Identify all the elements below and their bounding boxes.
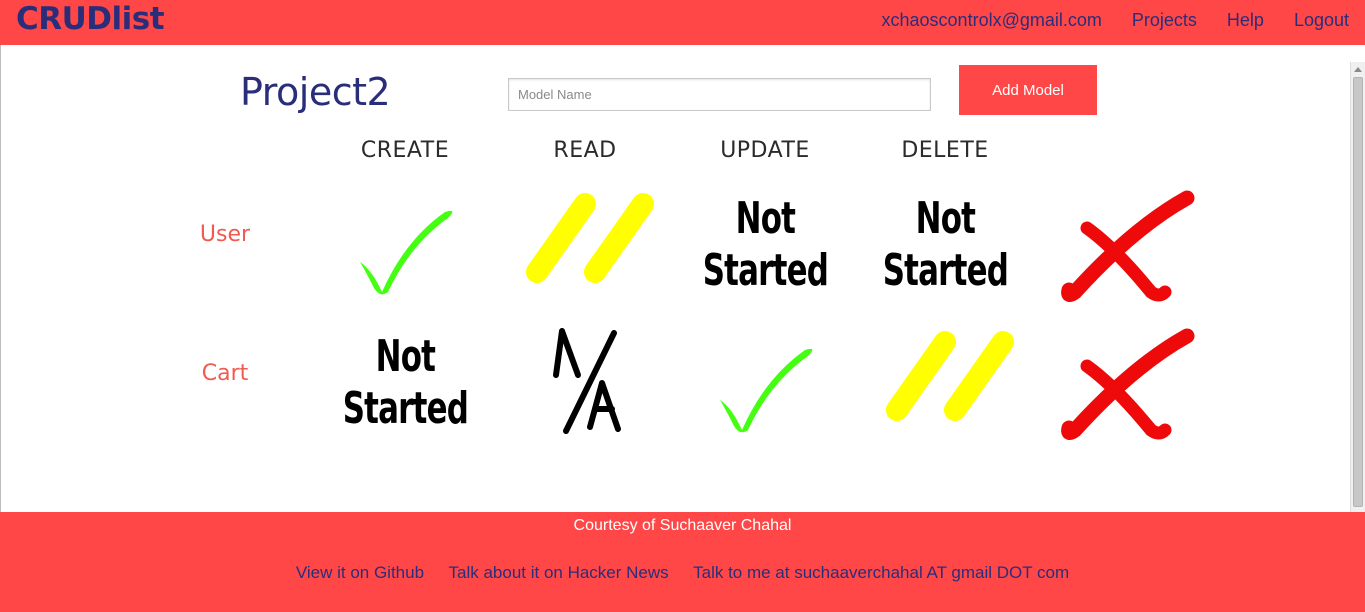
footer-links: View it on Github Talk about it on Hacke… (0, 563, 1365, 583)
nav-projects[interactable]: Projects (1132, 9, 1197, 31)
project-title: Project2 (240, 70, 391, 114)
add-model-button[interactable]: Add Model (959, 65, 1097, 115)
model-name-input[interactable] (508, 78, 931, 111)
status-cell[interactable] (675, 333, 855, 443)
scroll-thumb[interactable] (1353, 77, 1363, 507)
footer-courtesy: Courtesy of Suchaaver Chahal (573, 517, 792, 534)
footer-link-hacker-news[interactable]: Talk about it on Hacker News (449, 563, 669, 582)
status-cell[interactable]: Not Started (675, 190, 855, 300)
red-x-icon (1061, 328, 1195, 441)
column-header-read: READ (553, 138, 617, 163)
footer-link-github[interactable]: View it on Github (296, 563, 424, 582)
nav-account-email[interactable]: xchaoscontrolx@gmail.com (882, 9, 1102, 31)
status-cell[interactable]: Not Started (315, 328, 495, 438)
na-icon (553, 328, 621, 434)
status-cell[interactable]: Not Started (855, 190, 1035, 300)
scroll-up-arrow-icon[interactable] (1351, 65, 1365, 77)
row-label-cart: Cart (201, 361, 249, 386)
top-navbar: CRUDlist xchaoscontrolx@gmail.com Projec… (0, 0, 1365, 45)
red-x-icon (1061, 190, 1195, 303)
footer: Courtesy of Suchaaver Chahal View it on … (0, 512, 1365, 612)
column-header-update: UPDATE (720, 138, 810, 163)
status-cell[interactable] (495, 190, 675, 290)
top-nav: xchaoscontrolx@gmail.com Projects Help L… (852, 9, 1349, 31)
green-check-icon (720, 348, 813, 433)
status-cell[interactable] (315, 195, 495, 305)
nav-help[interactable]: Help (1227, 9, 1264, 31)
status-text: Not Started (702, 193, 828, 296)
vertical-scrollbar[interactable] (1350, 62, 1365, 512)
status-cell[interactable] (495, 325, 675, 437)
yellow-pause-icon (886, 331, 1014, 421)
brand-logo[interactable]: CRUDlist (16, 1, 165, 37)
delete-model-button[interactable] (1040, 326, 1210, 441)
column-header-delete: DELETE (901, 138, 989, 163)
delete-model-button[interactable] (1040, 188, 1210, 303)
status-cell[interactable] (855, 328, 1035, 428)
status-text: Not Started (882, 193, 1008, 296)
status-text: Not Started (342, 331, 468, 434)
footer-link-contact[interactable]: Talk to me at suchaaverchahal AT gmail D… (693, 563, 1069, 582)
row-label-user: User (199, 222, 251, 247)
green-check-icon (360, 210, 453, 295)
column-header-create: CREATE (360, 138, 450, 163)
yellow-pause-icon (526, 193, 654, 283)
nav-logout[interactable]: Logout (1294, 9, 1349, 31)
